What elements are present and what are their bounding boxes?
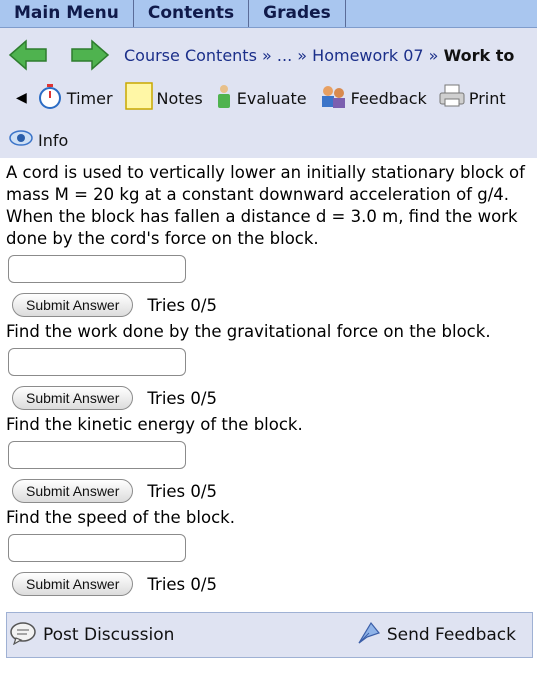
discussion-footer: Post Discussion Send Feedback: [6, 612, 533, 658]
tries-counter: Tries 0/5: [147, 295, 217, 315]
submit-answer-button[interactable]: Submit Answer: [12, 293, 134, 317]
breadcrumb-current: Work to: [443, 45, 515, 65]
info-label: Info: [38, 130, 69, 150]
feedback-label: Feedback: [350, 88, 427, 108]
breadcrumb-ellipsis[interactable]: ...: [277, 46, 292, 65]
navigation-panel: Course Contents » ... » Homework 07 » Wo…: [0, 28, 537, 158]
discussion-bubble-icon: [9, 621, 37, 650]
back-arrow-icon[interactable]: [8, 38, 48, 72]
breadcrumb-separator: »: [428, 45, 439, 65]
breadcrumb-homework[interactable]: Homework 07: [312, 46, 423, 65]
evaluate-label: Evaluate: [236, 88, 307, 108]
print-icon: [439, 84, 465, 112]
question-text: A cord is used to vertically lower an in…: [6, 163, 525, 248]
notes-label: Notes: [156, 88, 203, 108]
evaluate-icon: [215, 82, 233, 114]
answer-input[interactable]: [8, 255, 186, 283]
submit-answer-button[interactable]: Submit Answer: [12, 572, 134, 596]
breadcrumb-separator: »: [297, 45, 308, 65]
answer-input[interactable]: [8, 348, 186, 376]
notes-tool[interactable]: Notes: [124, 82, 203, 114]
menu-contents[interactable]: Contents: [134, 0, 250, 27]
timer-label: Timer: [66, 88, 113, 108]
question-text: Find the work done by the gravitational …: [6, 322, 491, 341]
menu-grades[interactable]: Grades: [249, 0, 346, 27]
send-feedback-link[interactable]: Send Feedback: [355, 619, 516, 652]
print-label: Print: [468, 88, 506, 108]
send-feedback-icon: [355, 619, 383, 652]
timer-tool[interactable]: Timer: [37, 82, 113, 114]
feedback-tool[interactable]: Feedback: [319, 83, 427, 113]
breadcrumb-course-contents[interactable]: Course Contents: [124, 46, 257, 65]
question-1: A cord is used to vertically lower an in…: [6, 162, 537, 317]
submit-answer-button[interactable]: Submit Answer: [12, 479, 134, 503]
answer-input[interactable]: [8, 441, 186, 469]
breadcrumb-separator: »: [262, 45, 272, 65]
question-2: Find the work done by the gravitational …: [6, 321, 537, 410]
print-tool[interactable]: Print: [439, 84, 506, 112]
question-text: Find the speed of the block.: [6, 508, 235, 527]
answer-input[interactable]: [8, 534, 186, 562]
post-discussion-label: Post Discussion: [43, 625, 175, 645]
feedback-icon: [319, 83, 347, 113]
question-3: Find the kinetic energy of the block. Su…: [6, 414, 537, 503]
main-menubar: Main Menu Contents Grades: [0, 0, 537, 28]
tries-counter: Tries 0/5: [147, 574, 217, 594]
post-discussion-link[interactable]: Post Discussion: [9, 621, 174, 650]
question-text: Find the kinetic energy of the block.: [6, 415, 303, 434]
tries-counter: Tries 0/5: [147, 481, 217, 501]
scroll-left-icon[interactable]: ◀: [16, 90, 27, 106]
question-4: Find the speed of the block. Submit Answ…: [6, 507, 537, 596]
tries-counter: Tries 0/5: [147, 388, 217, 408]
send-feedback-label: Send Feedback: [386, 625, 516, 645]
menu-main-menu[interactable]: Main Menu: [0, 0, 134, 27]
evaluate-tool[interactable]: Evaluate: [215, 82, 307, 114]
info-eye-icon: [8, 127, 34, 153]
timer-icon: [37, 82, 63, 114]
info-tool[interactable]: Info: [8, 127, 68, 153]
breadcrumb: Course Contents » ... » Homework 07 » Wo…: [124, 46, 514, 65]
forward-arrow-icon[interactable]: [70, 38, 110, 72]
submit-answer-button[interactable]: Submit Answer: [12, 386, 134, 410]
problem-content: A cord is used to vertically lower an in…: [0, 162, 537, 596]
notes-icon: [124, 82, 153, 114]
